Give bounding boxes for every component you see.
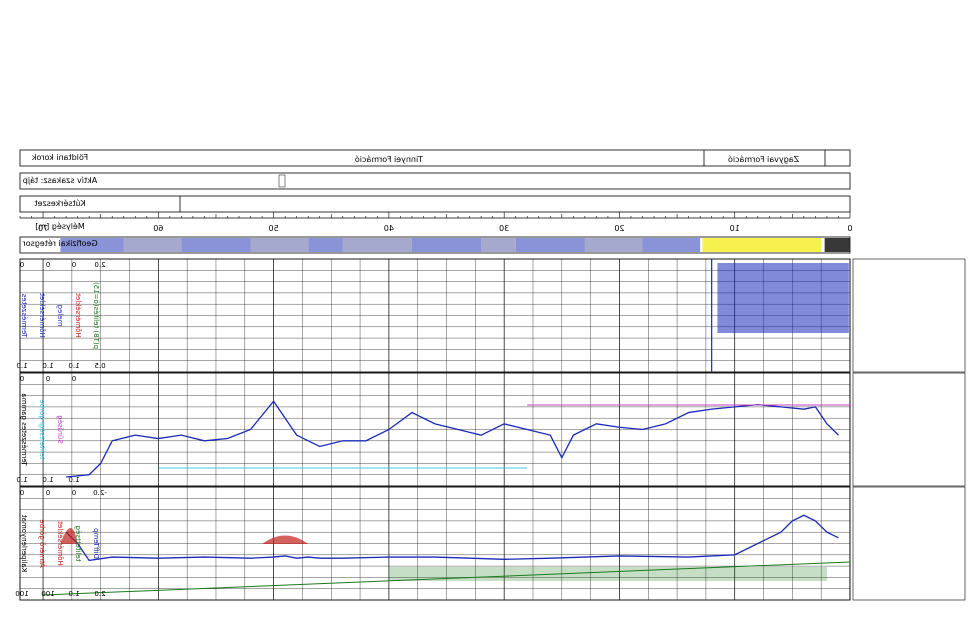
track-label: telítettségi görbe xyxy=(38,399,46,459)
track-label: Átmérő görbe xyxy=(38,519,47,567)
scale-number: 1.0 xyxy=(68,362,79,370)
formation-label: Tinnyei Formáció xyxy=(355,154,424,164)
scale-number: 1.0 xyxy=(42,362,53,370)
scale-number: 0 xyxy=(20,261,24,269)
scale-number: 0 xyxy=(72,375,76,383)
mirrored-layer xyxy=(19,149,966,601)
track-label: meleg xyxy=(56,305,64,327)
log-tracks xyxy=(19,258,966,601)
track-label-frame xyxy=(852,486,966,601)
depth-ticks xyxy=(19,212,851,218)
scale-number: 1.0 xyxy=(16,362,27,370)
depth-tick-label: 30 xyxy=(499,224,509,233)
lithology-segment xyxy=(342,238,412,252)
lithology-segment xyxy=(642,238,701,252)
scale-number: 0 xyxy=(46,261,50,269)
header-row-label: Geofizikai rétegsor xyxy=(22,238,98,248)
lithology-segment xyxy=(702,238,822,252)
depth-tick-label: 10 xyxy=(730,224,740,233)
lithology-segment xyxy=(481,238,516,252)
lithology-segment xyxy=(824,238,850,252)
text-layer: 010203040506070Földtani korokAktív szaka… xyxy=(15,153,852,598)
well-log-chart: 010203040506070Földtani korokAktív szaka… xyxy=(15,149,966,601)
series-line-track3 xyxy=(65,514,839,562)
scale-number: -2.0 xyxy=(93,489,107,497)
track-label: Természetes xyxy=(20,293,28,338)
depth-tick-label: 40 xyxy=(384,224,394,233)
depth-tick-label: 60 xyxy=(153,224,163,233)
depth-tick-label: 20 xyxy=(614,224,624,233)
track-label: Hőmérséklet xyxy=(38,293,47,338)
track-label: DiffTemp xyxy=(92,528,100,559)
lithology-segment xyxy=(308,238,343,252)
scale-number: 0 xyxy=(20,489,24,497)
scale-number: 2.0 xyxy=(94,590,105,598)
lithology-segment xyxy=(250,238,309,252)
scale-number: 0 xyxy=(20,375,24,383)
scale-number: 0 xyxy=(46,489,50,497)
track-label: p(T8) telítés(ö=15) xyxy=(92,282,100,349)
active-marker xyxy=(278,174,286,188)
track-label-frame xyxy=(852,372,966,487)
scale-number: 0 xyxy=(46,375,50,383)
scale-number: 1.0 xyxy=(16,476,27,484)
scale-number: 100 xyxy=(41,590,54,598)
header-row-formations xyxy=(19,149,851,167)
track3-fill xyxy=(388,567,827,581)
scale-number: 1.0 xyxy=(68,590,79,598)
track1-hatch xyxy=(717,263,849,333)
scale-number: 0 xyxy=(72,261,76,269)
formation-label: Zagyvai Formáció xyxy=(728,154,799,164)
track-label: Kaliperlenyomat xyxy=(20,515,28,572)
lithology-segment xyxy=(584,238,643,252)
header-row-label: Kútsérkeszet xyxy=(34,198,85,208)
scale-number: 1.0 xyxy=(42,476,53,484)
depth-tick-label: 0 xyxy=(847,224,852,233)
scale-number: 1.0 xyxy=(68,476,79,484)
header-row-label: Aktív szakasz: tájp xyxy=(23,176,97,185)
lithology-segment xyxy=(181,238,251,252)
scale-number: 100 xyxy=(15,590,28,598)
track-label: Hőmérséklet xyxy=(74,293,83,338)
lithology-segment xyxy=(515,238,585,252)
track-label: telítettség xyxy=(74,526,82,562)
header-rows xyxy=(19,149,851,254)
track-label: Hőmérséklet xyxy=(56,521,65,566)
scale-number: 2.0 xyxy=(94,261,105,269)
series-line-track2 xyxy=(66,400,839,478)
track-label: Természetes gamma xyxy=(20,393,28,467)
header-row-label: Földtani korok xyxy=(32,153,89,162)
track-label: Sűrűség xyxy=(56,415,65,444)
scale-number: 0 xyxy=(72,489,76,497)
scale-number: 0.5 xyxy=(94,362,105,370)
header-row-label: Mélység [m] xyxy=(35,221,85,231)
depth-tick-label: 50 xyxy=(269,224,279,233)
header-row-kut xyxy=(19,195,851,213)
track3-peak xyxy=(262,535,309,544)
header-row-active xyxy=(19,172,851,190)
lithology-column xyxy=(60,238,850,252)
track-label-frame xyxy=(852,258,966,373)
lithology-segment xyxy=(123,238,182,252)
lithology-segment xyxy=(411,238,482,252)
